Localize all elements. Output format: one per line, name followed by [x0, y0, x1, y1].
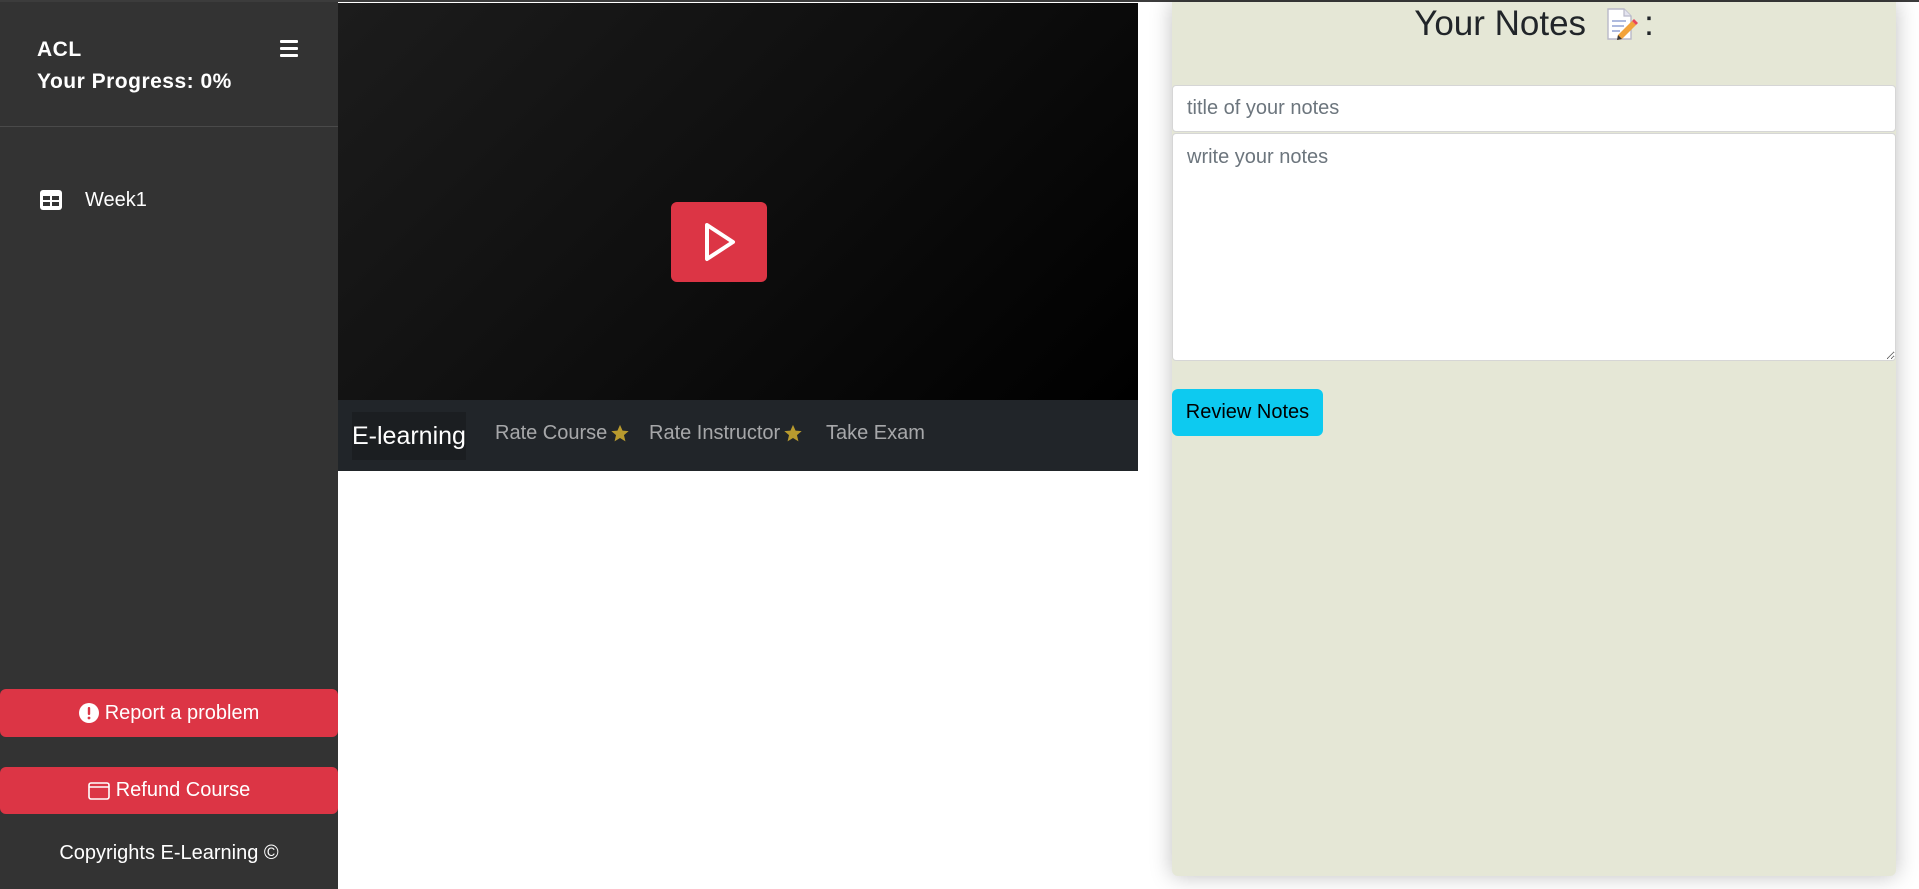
notes-panel: Your Notes : Review Notes	[1172, 2, 1896, 876]
star-icon	[783, 424, 803, 443]
notes-heading: Your Notes :	[1172, 4, 1896, 44]
memo-icon	[1604, 7, 1639, 41]
rate-course-link[interactable]: Rate Course	[495, 422, 630, 445]
notes-title-input[interactable]	[1172, 85, 1896, 132]
sidebar-item-week1[interactable]: Week1	[40, 184, 147, 216]
take-exam-label: Take Exam	[826, 422, 925, 444]
course-name: ACL	[37, 38, 82, 61]
notes-title-text: Your Notes	[1414, 4, 1587, 43]
review-notes-button[interactable]: Review Notes	[1172, 389, 1323, 436]
report-problem-button[interactable]: Report a problem	[0, 689, 338, 737]
star-icon	[610, 424, 630, 443]
rate-instructor-label: Rate Instructor	[649, 422, 781, 444]
notes-body-textarea[interactable]	[1172, 133, 1896, 361]
sidebar-header: ACL Your Progress: 0%	[0, 2, 338, 127]
rate-instructor-link[interactable]: Rate Instructor	[649, 422, 803, 445]
sidebar: ACL Your Progress: 0% Week1 Report a pro…	[0, 2, 338, 889]
course-navbar: E-learning Rate Course Rate Instructor T…	[338, 400, 1138, 471]
report-problem-label: Report a problem	[104, 701, 260, 724]
hamburger-icon[interactable]	[278, 38, 302, 60]
sidebar-item-label: Week1	[85, 188, 147, 211]
refund-course-label: Refund Course	[115, 779, 251, 801]
window-icon	[87, 781, 110, 800]
exclamation-circle-icon	[78, 703, 99, 723]
take-exam-link[interactable]: Take Exam	[826, 422, 925, 445]
notes-title-suffix: :	[1644, 4, 1654, 43]
video-player[interactable]	[338, 3, 1138, 400]
play-button[interactable]	[671, 202, 767, 282]
progress-label: Your Progress: 0%	[37, 70, 232, 93]
copyright-text: Copyrights E-Learning ©	[59, 842, 279, 864]
refund-course-button[interactable]: Refund Course	[0, 767, 338, 814]
play-icon	[699, 220, 739, 264]
rate-course-label: Rate Course	[495, 422, 608, 444]
table-icon	[40, 190, 62, 210]
brand-link[interactable]: E-learning	[352, 412, 466, 460]
